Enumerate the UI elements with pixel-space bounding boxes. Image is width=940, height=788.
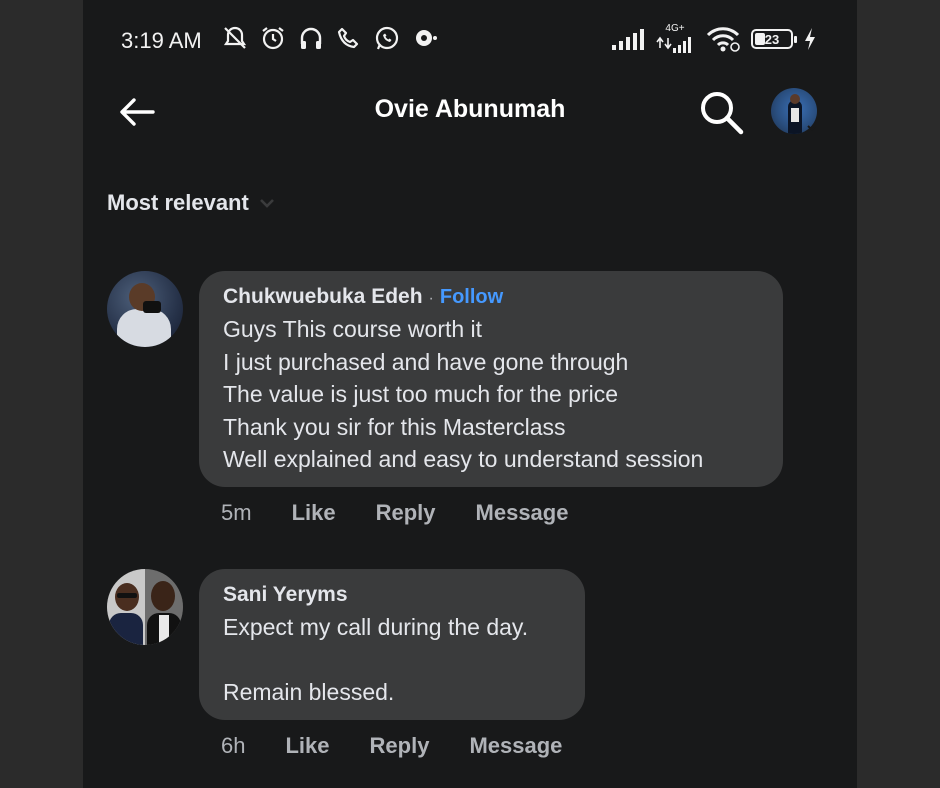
- reply-button[interactable]: Reply: [376, 500, 436, 526]
- reply-button[interactable]: Reply: [370, 733, 430, 759]
- comment-bubble: Sani Yeryms Expect my call during the da…: [199, 569, 585, 720]
- comment-text: Expect my call during the day. Remain bl…: [223, 614, 529, 705]
- comment-header: Chukwuebuka Edeh · Follow: [223, 285, 759, 309]
- battery-icon: 23: [751, 29, 797, 49]
- mobile-network: 4G+: [655, 24, 695, 54]
- comment-time: 5m: [221, 500, 252, 525]
- battery-percentage: 23: [764, 31, 780, 47]
- sort-label: Most relevant: [107, 190, 249, 215]
- message-button[interactable]: Message: [469, 733, 562, 759]
- phone-screen: 3:19 AM 4G+ 23 Ovie Abunumah Most releva…: [83, 0, 857, 788]
- follow-button[interactable]: Follow: [440, 286, 503, 309]
- comment-text: Guys This course worth it I just purchas…: [223, 316, 704, 472]
- comment-author[interactable]: Chukwuebuka Edeh: [223, 285, 423, 309]
- wifi-icon: [706, 27, 740, 52]
- chevron-down-icon: [259, 199, 274, 208]
- search-icon[interactable]: [697, 88, 747, 138]
- status-bar: 3:19 AM 4G+ 23: [83, 0, 857, 80]
- comment-author[interactable]: Sani Yeryms: [223, 583, 348, 607]
- charging-icon: [805, 28, 815, 50]
- comment-time: 6h: [221, 733, 246, 758]
- status-time: 3:19 AM: [121, 28, 202, 53]
- message-button[interactable]: Message: [476, 500, 569, 526]
- signal-icon: [612, 29, 644, 50]
- whatsapp-icon: [375, 26, 399, 50]
- like-button[interactable]: Like: [285, 733, 329, 759]
- separator-dot: ·: [428, 290, 434, 307]
- sort-dropdown[interactable]: Most relevant: [107, 190, 275, 216]
- comment-actions: 5m Like Reply Message: [221, 500, 608, 526]
- notifications-off-icon: [223, 26, 247, 49]
- call-icon: [337, 27, 359, 49]
- status-icons-right: 4G+ 23: [611, 24, 817, 54]
- status-icons-left: [221, 24, 439, 52]
- comment-bubble: Chukwuebuka Edeh · Follow Guys This cour…: [199, 271, 783, 487]
- app-header: Ovie Abunumah: [83, 80, 857, 144]
- commenter-avatar[interactable]: [107, 271, 183, 347]
- media-icon: [416, 30, 437, 46]
- network-type: 4G+: [665, 23, 685, 34]
- comment-header: Sani Yeryms: [223, 583, 561, 607]
- alarm-icon: [262, 27, 284, 50]
- comment-actions: 6h Like Reply Message: [221, 733, 602, 759]
- headphones-icon: [300, 27, 322, 49]
- chevron-down-icon: [807, 125, 817, 132]
- like-button[interactable]: Like: [292, 500, 336, 526]
- commenter-avatar[interactable]: [107, 569, 183, 645]
- battery-level: [755, 33, 765, 45]
- signal-icon: [656, 36, 691, 53]
